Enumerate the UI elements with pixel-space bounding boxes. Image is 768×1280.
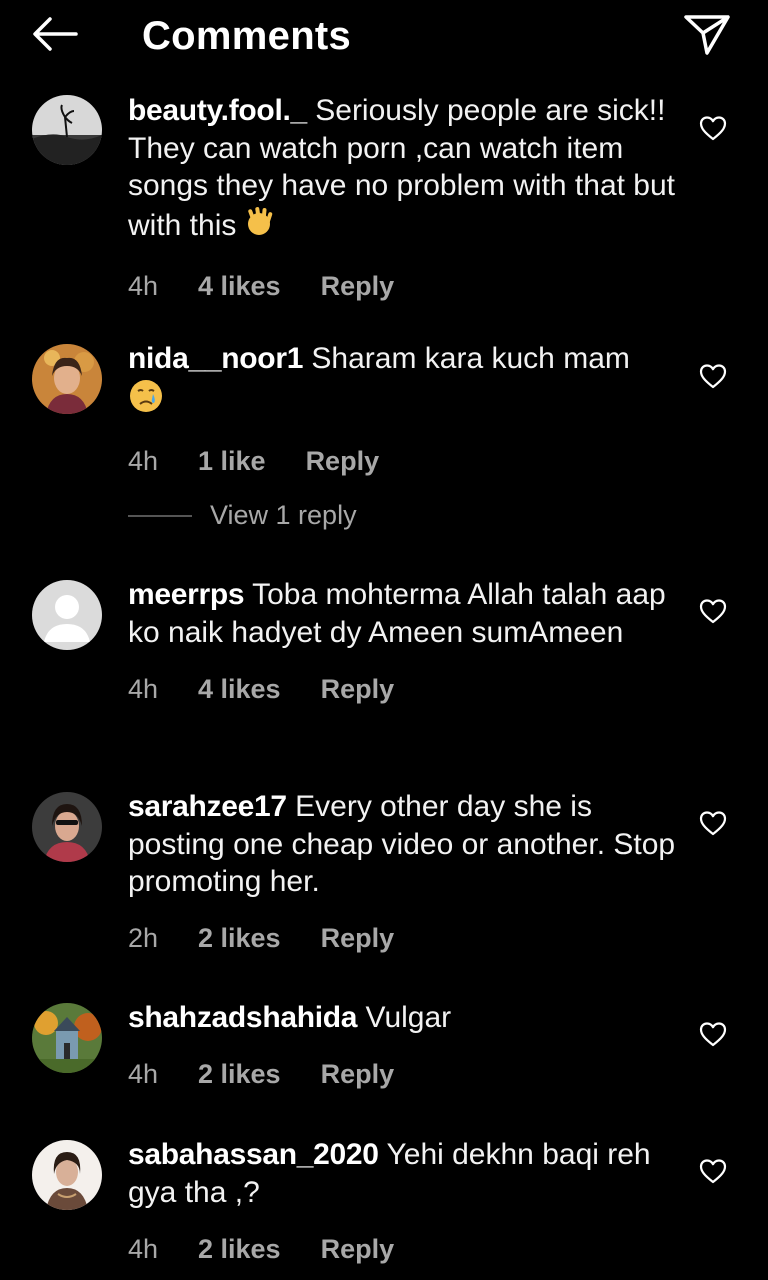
comment-likes[interactable]: 4 likes xyxy=(198,271,281,302)
comment-text: Vulgar xyxy=(365,1001,452,1034)
comment-username[interactable]: beauty.fool._ xyxy=(128,94,307,127)
arrow-left-icon xyxy=(33,17,78,51)
avatar[interactable] xyxy=(32,1003,102,1073)
reply-button[interactable]: Reply xyxy=(321,271,395,302)
reply-button[interactable]: Reply xyxy=(306,446,380,477)
header: Comments xyxy=(0,0,768,80)
comment-likes[interactable]: 2 likes xyxy=(198,1234,281,1265)
comment-likes[interactable]: 4 likes xyxy=(198,674,281,705)
comment-username[interactable]: shahzadshahida xyxy=(128,1001,358,1034)
back-button[interactable] xyxy=(26,12,82,56)
heart-icon[interactable] xyxy=(698,113,728,143)
comment-text: Sharam kara kuch mam xyxy=(311,342,630,375)
view-replies-button[interactable]: View 1 reply xyxy=(128,500,357,531)
paper-plane-icon xyxy=(684,15,730,55)
reply-button[interactable]: Reply xyxy=(321,674,395,705)
avatar[interactable] xyxy=(32,792,102,862)
comment-time: 4h xyxy=(128,1059,159,1089)
comment-likes[interactable]: 2 likes xyxy=(198,923,281,954)
crying-face-emoji xyxy=(128,378,164,424)
comment-likes[interactable]: 2 likes xyxy=(198,1059,281,1090)
comment-time: 4h xyxy=(128,445,159,476)
comment-time: 4h xyxy=(128,1233,159,1264)
comment-username[interactable]: sarahzee17 xyxy=(128,790,287,823)
comment-username[interactable]: sabahassan_2020 xyxy=(128,1138,379,1171)
heart-icon[interactable] xyxy=(698,361,728,391)
avatar[interactable] xyxy=(32,580,102,650)
divider xyxy=(128,514,192,517)
avatar[interactable] xyxy=(32,1140,102,1210)
comment-time: 2h xyxy=(128,923,159,953)
comment-likes[interactable]: 1 like xyxy=(198,446,266,477)
reply-button[interactable]: Reply xyxy=(321,923,395,954)
heart-icon[interactable] xyxy=(698,1019,728,1049)
page-title: Comments xyxy=(142,14,352,58)
avatar[interactable] xyxy=(32,95,102,165)
share-button[interactable] xyxy=(680,10,734,60)
comment-username[interactable]: nida__noor1 xyxy=(128,342,303,375)
heart-icon[interactable] xyxy=(698,808,728,838)
heart-icon[interactable] xyxy=(698,596,728,626)
reply-button[interactable]: Reply xyxy=(321,1059,395,1090)
comment-time: 4h xyxy=(128,673,159,704)
waving-hand-emoji xyxy=(242,205,276,249)
reply-button[interactable]: Reply xyxy=(321,1234,395,1265)
avatar[interactable] xyxy=(32,344,102,414)
comment-username[interactable]: meerrps xyxy=(128,578,245,611)
comment-time: 4h xyxy=(128,270,159,301)
view-replies-label: View 1 reply xyxy=(210,500,357,530)
heart-icon[interactable] xyxy=(698,1156,728,1186)
